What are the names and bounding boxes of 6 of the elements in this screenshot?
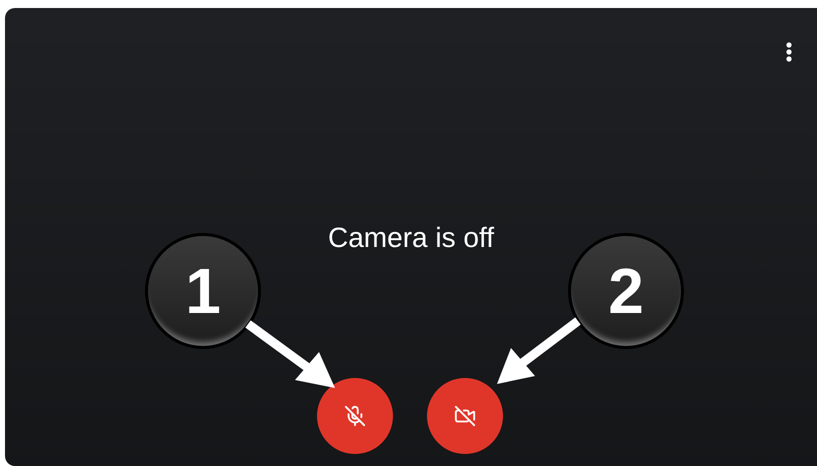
more-vertical-icon — [786, 42, 792, 62]
numbered-callout: 2 — [568, 233, 684, 349]
camera-status-text: Camera is off — [328, 221, 494, 255]
microphone-off-icon — [344, 405, 366, 427]
numbered-callout: 1 — [145, 233, 261, 349]
camera-off-icon — [454, 405, 476, 427]
